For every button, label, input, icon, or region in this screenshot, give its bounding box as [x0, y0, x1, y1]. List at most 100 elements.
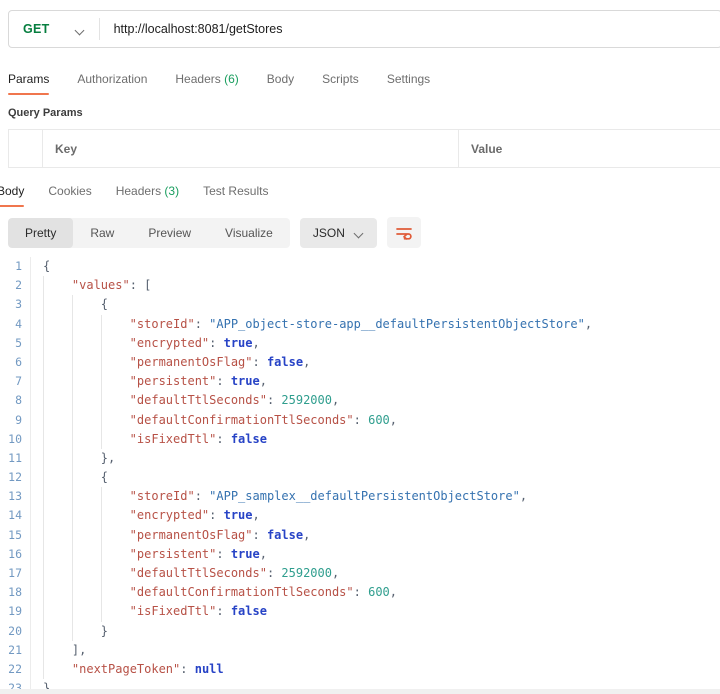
token-key: "permanentOsFlag": [129, 527, 253, 542]
format-label: JSON: [312, 225, 345, 240]
token-key: "defaultConfirmationTtlSeconds": [129, 585, 354, 600]
format-dropdown[interactable]: JSON: [299, 217, 377, 248]
line-number: 18: [8, 585, 22, 600]
token-punctuation: ,: [252, 335, 260, 350]
tab-body[interactable]: Body: [0, 174, 26, 207]
indent-guide: [71, 487, 101, 507]
tab-body[interactable]: Body: [265, 62, 296, 95]
indent-guide: [71, 448, 101, 469]
token-number: 600: [368, 585, 390, 600]
view-mode-group: Pretty Raw Preview Visualize: [8, 217, 290, 248]
indent-guide: [71, 314, 101, 334]
code-text: "defaultTtlSeconds": 2592000,: [30, 391, 339, 411]
token-punctuation: ,: [389, 412, 398, 427]
indent-guide: [71, 506, 101, 526]
line-number: 9: [15, 412, 22, 427]
token-punctuation: }: [100, 623, 109, 638]
code-text: {: [30, 257, 50, 277]
code-text: "persistent": true,: [30, 544, 267, 564]
tab-label: Settings: [386, 72, 431, 86]
indent-guide: [100, 333, 130, 353]
method-label: GET: [23, 22, 50, 36]
request-tabs: Params Authorization Headers (6) Body Script…: [6, 62, 720, 95]
indent-guide: [100, 564, 130, 584]
token-key: "encrypted": [129, 335, 210, 350]
code-text: "storeId": "APP_object-store-app__defaul…: [30, 314, 592, 334]
tab-cookies[interactable]: Cookies: [46, 174, 93, 207]
code-line: 9 "defaultConfirmationTtlSeconds": 600,: [0, 410, 720, 430]
token-punctuation: :: [266, 566, 282, 580]
token-key: "defaultTtlSeconds": [129, 393, 267, 408]
tab-scripts[interactable]: Scripts: [320, 62, 361, 95]
code-line: 4 "storeId": "APP_object-store-app__defau…: [0, 314, 720, 334]
indent-guide: [71, 544, 101, 564]
tab-label: Headers: [175, 72, 225, 86]
token-keyword: false: [266, 354, 304, 369]
token-string: "APP_object-store-app__defaultPersistent…: [209, 316, 585, 331]
line-number: 5: [15, 335, 22, 350]
code-text: ],: [30, 640, 86, 660]
line-number: 6: [15, 354, 22, 369]
tab-count-badge: (3): [164, 184, 180, 198]
token-keyword: true: [230, 374, 260, 389]
value-column-header: Value: [471, 141, 503, 156]
token-key: "encrypted": [129, 508, 210, 523]
token-punctuation: ,: [303, 527, 311, 542]
line-number: 1: [15, 259, 22, 273]
indent-guide: [43, 640, 72, 660]
token-key: "values": [71, 278, 130, 293]
code-text: {: [30, 295, 108, 315]
view-mode-raw[interactable]: Raw: [73, 218, 131, 248]
indent-guide: [71, 564, 101, 584]
token-keyword: null: [194, 661, 224, 676]
token-punctuation: :: [252, 527, 267, 542]
view-mode-preview[interactable]: Preview: [131, 218, 208, 248]
tab-label: Params: [8, 72, 50, 86]
indent-guide: [43, 352, 72, 373]
indent-guide: [71, 391, 101, 411]
code-line: 16 "persistent": true,: [0, 544, 720, 564]
line-number: 17: [8, 566, 22, 580]
indent-guide: [43, 487, 72, 507]
method-selector[interactable]: GET: [9, 11, 99, 47]
code-text: "isFixedTtl": false: [30, 602, 267, 622]
tab-headers[interactable]: Headers (6): [173, 62, 240, 95]
token-punctuation: {: [100, 470, 109, 485]
tab-test-results[interactable]: Test Results: [201, 174, 270, 207]
indent-guide: [43, 602, 72, 622]
code-text: "isFixedTtl": false: [30, 429, 267, 449]
indent-guide: [43, 372, 72, 392]
token-key: "storeId": [129, 316, 195, 331]
tab-label: Scripts: [322, 72, 359, 86]
token-punctuation: ,: [331, 566, 340, 580]
code-text: "values": [: [30, 276, 151, 296]
indent-guide: [100, 525, 130, 545]
url-input[interactable]: http://localhost:8081/getStores: [100, 22, 720, 36]
view-mode-pretty[interactable]: Pretty: [8, 217, 74, 248]
code-text: "encrypted": true,: [30, 333, 260, 353]
horizontal-scrollbar[interactable]: [0, 689, 720, 694]
tab-settings[interactable]: Settings: [385, 62, 432, 95]
tab-params[interactable]: Params: [6, 62, 51, 95]
code-text: },: [30, 448, 115, 469]
indent-guide: [43, 391, 72, 411]
code-line: 8 "defaultTtlSeconds": 2592000,: [0, 391, 720, 411]
tab-authorization[interactable]: Authorization: [75, 62, 149, 95]
token-punctuation: :: [216, 546, 231, 561]
token-punctuation: :: [216, 604, 231, 619]
indent-guide: [71, 525, 101, 545]
response-body-editor[interactable]: 1{2 "values": [3{4 "storeId": "APP_object-…: [0, 257, 720, 694]
indent-guide: [100, 410, 130, 430]
token-keyword: false: [230, 604, 267, 619]
view-mode-visualize[interactable]: Visualize: [208, 218, 290, 248]
token-string: "APP_samplex__defaultPersistentObjectSto…: [209, 489, 520, 504]
indent-guide: [71, 468, 101, 488]
line-number: 11: [8, 450, 22, 465]
token-punctuation: ,: [252, 508, 260, 523]
indent-guide: [43, 544, 72, 564]
token-punctuation: :: [216, 374, 231, 389]
indent-guide: [100, 487, 130, 507]
wrap-text-button[interactable]: [386, 217, 421, 248]
tab-headers[interactable]: Headers (3): [114, 174, 181, 207]
token-key: "persistent": [129, 374, 217, 389]
